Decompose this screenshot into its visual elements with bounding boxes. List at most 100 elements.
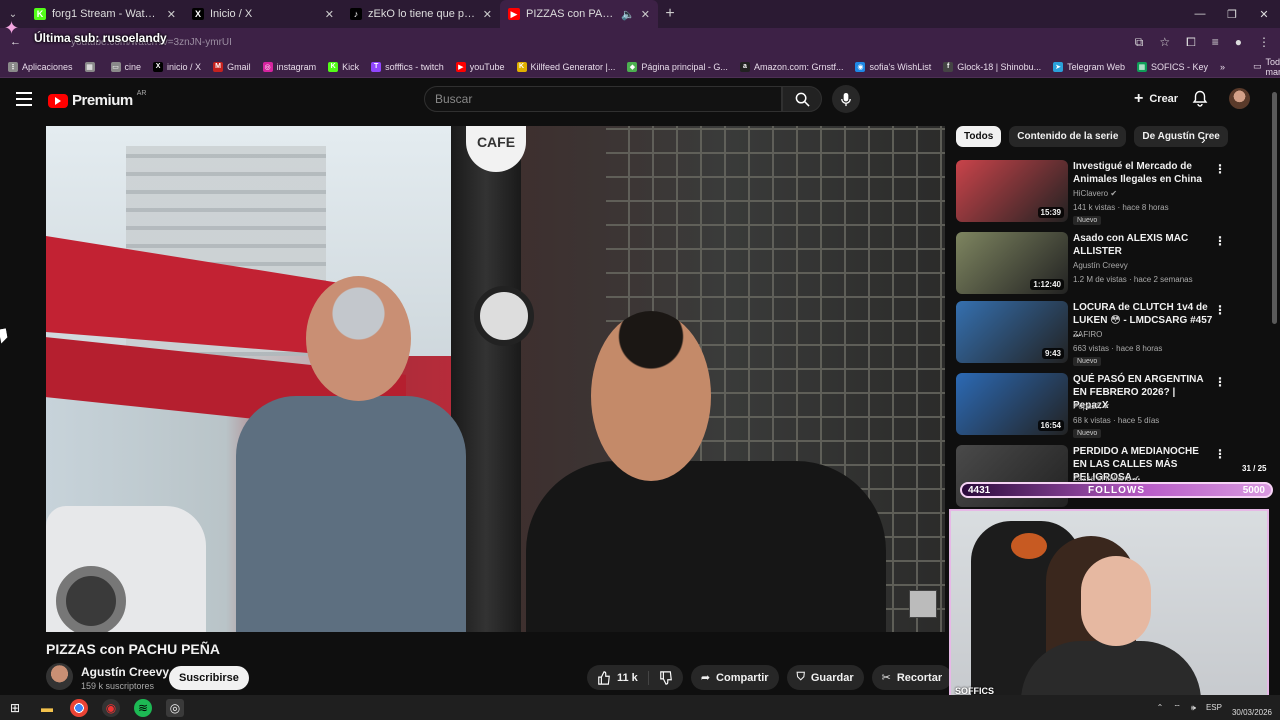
more-options-icon[interactable]: ⋮ — [1214, 375, 1226, 389]
video-player[interactable]: CAFE — [46, 126, 945, 632]
more-options-icon[interactable]: ⋮ — [1214, 162, 1226, 176]
bookmark-item[interactable]: X inicio / X — [153, 61, 201, 72]
clip-button[interactable]: ✂ Recortar — [871, 665, 953, 690]
bookmark-icon: K — [328, 61, 339, 72]
save-button[interactable]: ⛉ Guardar — [786, 665, 864, 690]
new-tab-button[interactable]: + — [658, 5, 682, 23]
browser-tab[interactable]: X Inicio / X ✕ — [184, 0, 342, 28]
video-thumbnail[interactable]: 15:39 — [956, 160, 1068, 222]
restore-icon[interactable]: ❐ — [1216, 8, 1248, 21]
chrome-icon[interactable] — [70, 698, 88, 717]
browser-tab[interactable]: ♪ zEkO lo tiene que pedir URGEN ✕ — [342, 0, 500, 28]
search-button[interactable] — [782, 86, 822, 112]
recommended-channel[interactable]: ZAFIRO — [1073, 330, 1102, 339]
language-indicator[interactable]: ESP — [1206, 703, 1222, 712]
minimize-icon[interactable]: — — [1184, 8, 1216, 21]
like-button[interactable]: 11 k — [587, 670, 649, 685]
recommended-channel[interactable]: PepazX ✔ — [1073, 402, 1110, 411]
browser-tab[interactable]: K forg1 Stream - Watch Live on K ✕ — [26, 0, 184, 28]
bookmark-item[interactable]: ◉ sofia's WishList — [855, 61, 931, 72]
bookmark-item[interactable]: M Gmail — [213, 61, 251, 72]
close-window-icon[interactable]: ✕ — [1248, 8, 1280, 21]
recommended-video[interactable]: PERDIDO A MEDIANOCHE EN LAS CALLES MÁS P… — [956, 445, 1256, 509]
create-button[interactable]: + Crear — [1124, 86, 1188, 112]
bookmark-item[interactable]: a Amazon.com: Grnstf... — [739, 61, 843, 72]
recommended-video[interactable]: 15:39 Investigué el Mercado de Animales … — [956, 160, 1256, 225]
more-options-icon[interactable]: ⋮ — [1214, 303, 1226, 317]
channel-avatar[interactable] — [46, 663, 73, 690]
bookmark-item[interactable]: ◆ Página principal - G... — [627, 61, 728, 72]
recommended-title[interactable]: Investigué el Mercado de Animales Ilegal… — [1073, 160, 1213, 186]
filter-chip[interactable]: Todos — [956, 126, 1002, 147]
filter-chip[interactable]: Contenido de la serie — [1009, 126, 1127, 147]
bell-icon — [1192, 90, 1208, 107]
thumbs-up-icon — [598, 670, 610, 685]
chevron-right-icon[interactable]: » — [1220, 62, 1225, 72]
recommended-video[interactable]: 1:12:40 Asado con ALEXIS MAC ALLISTER Ag… — [956, 232, 1256, 296]
more-options-icon[interactable]: ⋮ — [1214, 234, 1226, 248]
app-icon[interactable]: ◉ — [102, 698, 120, 717]
account-avatar[interactable] — [1229, 88, 1250, 109]
bookmark-item[interactable]: ▭ cine — [110, 61, 141, 72]
system-tray: ⌃ ⌔ 🕪 ESP 30/03/2026 — [1157, 699, 1280, 717]
video-thumbnail[interactable]: 16:54 — [956, 373, 1068, 435]
scissors-icon: ✂ — [881, 672, 891, 684]
chrome-active-icon[interactable]: ◎ — [166, 698, 184, 717]
bookmark-star-icon[interactable]: ☆ — [1159, 35, 1170, 50]
close-tab-icon[interactable]: ✕ — [167, 8, 176, 21]
close-tab-icon[interactable]: ✕ — [641, 8, 650, 21]
windows-start-icon[interactable]: ⊞ — [6, 699, 24, 717]
install-app-icon[interactable]: ⧉ — [1135, 35, 1144, 50]
bookmark-icon: X — [153, 61, 164, 72]
chips-next-icon[interactable]: › — [1201, 131, 1206, 147]
video-thumbnail[interactable]: 9:43 — [956, 301, 1068, 363]
dislike-button[interactable] — [649, 670, 683, 685]
video-thumbnail[interactable]: 1:12:40 — [956, 232, 1068, 294]
extensions-icon[interactable]: ⧠ — [1186, 35, 1196, 50]
channel-watermark[interactable] — [909, 590, 937, 618]
close-tab-icon[interactable]: ✕ — [483, 8, 492, 21]
recommended-channel[interactable]: Agustín Creevy — [1073, 261, 1128, 270]
youtube-logo[interactable]: Premium AR — [48, 90, 146, 109]
bookmark-item[interactable]: T sofffics - twitch — [371, 61, 444, 72]
more-options-icon[interactable]: ⋮ — [1214, 447, 1226, 461]
bookmark-item[interactable]: K Kick — [328, 61, 359, 72]
bookmark-item[interactable]: ▶ youTube — [455, 61, 505, 72]
new-badge: Nuevo — [1073, 216, 1102, 225]
mute-icon[interactable]: 🔈 — [621, 8, 635, 21]
notifications-button[interactable] — [1192, 90, 1208, 112]
youtube-play-icon — [48, 93, 68, 108]
filter-chip[interactable]: De Agustín Cree — [1134, 126, 1228, 147]
network-icon[interactable]: ⌔ — [1173, 703, 1181, 713]
subscribe-button[interactable]: Suscribirse — [169, 666, 249, 690]
share-button[interactable]: ➦ Compartir — [690, 665, 779, 690]
recommended-title[interactable]: Asado con ALEXIS MAC ALLISTER — [1073, 232, 1213, 258]
bookmark-item[interactable]: ⋮ Aplicaciones — [8, 61, 73, 72]
recommended-channel[interactable]: HiClavero ✔ — [1073, 189, 1117, 198]
hamburger-menu-icon[interactable] — [16, 92, 32, 106]
bookmark-item[interactable]: f Glock-18 | Shinobu... — [943, 61, 1041, 72]
bookmark-item[interactable]: ▦ SOFICS - Key — [1136, 61, 1208, 72]
volume-icon[interactable]: 🕪 — [1191, 703, 1196, 713]
all-bookmarks[interactable]: » ▭ Todos los marcadores — [1220, 57, 1280, 77]
search-input[interactable]: Buscar — [424, 86, 782, 112]
file-explorer-icon[interactable]: ▬ — [38, 699, 56, 717]
recommended-video[interactable]: 16:54 QUÉ PASÓ EN ARGENTINA EN FEBRERO 2… — [956, 373, 1256, 438]
browser-tab[interactable]: ▶ PIZZAS con PACHU PEÑA 🔈 ✕ — [500, 0, 658, 28]
tab-search-icon[interactable]: ≡ — [1212, 35, 1219, 50]
recommended-video[interactable]: 9:43 LOCURA de CLUTCH 1v4 de LUKEN 😳 - L… — [956, 301, 1256, 366]
tray-chevron-icon[interactable]: ⌃ — [1157, 703, 1164, 712]
spotify-icon[interactable]: ≋ — [134, 698, 152, 717]
bookmark-item[interactable]: ➤ Telegram Web — [1053, 61, 1125, 72]
url-field[interactable]: youtube.com/watch?v=3znJN-ymrUI — [71, 37, 1125, 48]
clock[interactable]: 30/03/2026 — [1232, 699, 1272, 717]
page-scrollbar[interactable] — [1272, 92, 1277, 324]
voice-search-button[interactable] — [832, 85, 860, 113]
channel-name[interactable]: Agustín Creevy — [81, 665, 169, 679]
bookmark-item[interactable]: K Killfeed Generator |... — [516, 61, 615, 72]
close-tab-icon[interactable]: ✕ — [325, 8, 334, 21]
browser-menu-icon[interactable]: ⋮ — [1258, 35, 1270, 50]
profile-icon[interactable]: ● — [1235, 35, 1242, 50]
bookmark-item[interactable]: ▦ — [84, 61, 99, 72]
bookmark-item[interactable]: ◎ instagram — [262, 61, 316, 72]
